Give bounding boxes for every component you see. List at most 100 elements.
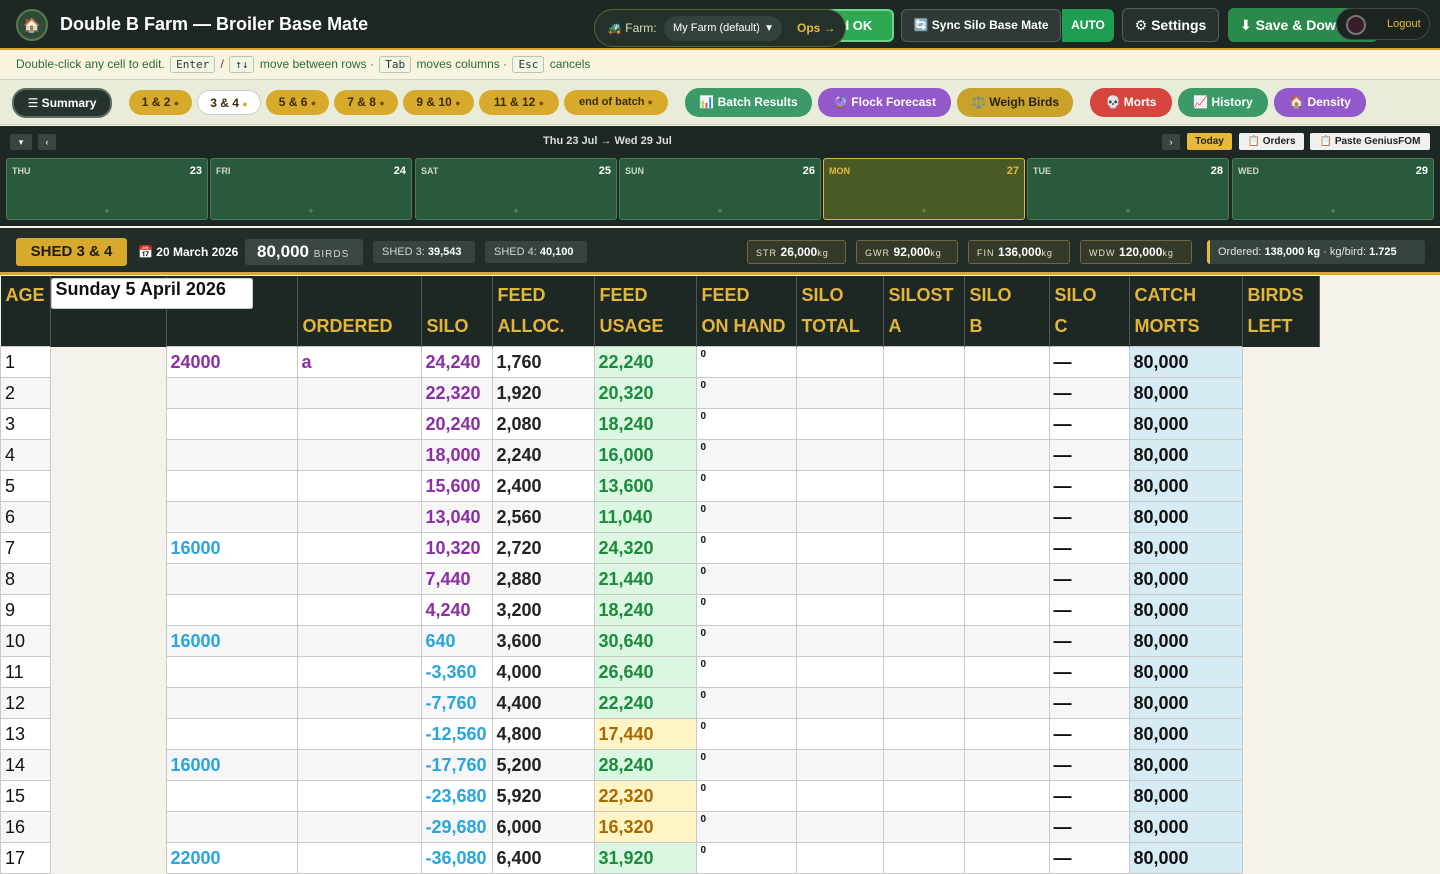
cell-age[interactable]: 15	[0, 780, 51, 812]
cell-age[interactable]: 7	[0, 532, 51, 564]
column-header-feed-usage[interactable]: FEED USAGE	[594, 276, 697, 347]
paste-geniusfom-button[interactable]: 📋 Paste GeniusFOM	[1310, 133, 1430, 150]
add-icon[interactable]: +	[416, 206, 616, 216]
cell-silo-total[interactable]: 0	[695, 532, 797, 564]
cell-feed-usage[interactable]: 6,000	[491, 811, 595, 843]
cell-silo-b[interactable]	[882, 687, 965, 719]
cell-silo-b[interactable]	[882, 377, 965, 409]
shed-tab-9-10[interactable]: 9 & 10 ●	[403, 90, 474, 115]
cell-silo-b[interactable]	[882, 470, 965, 502]
cell-age[interactable]: 2	[0, 377, 51, 409]
cell-birds-left[interactable]: 80,000	[1128, 501, 1243, 533]
cell-ordered[interactable]	[165, 408, 298, 440]
cell-silo-a[interactable]	[795, 470, 884, 502]
cell-catch-morts[interactable]: —	[1048, 563, 1130, 595]
cell-silo-c[interactable]	[963, 501, 1050, 533]
cell-ordered[interactable]	[165, 594, 298, 626]
cell-feed-usage[interactable]: 2,400	[491, 470, 595, 502]
cell-age[interactable]: 12	[0, 687, 51, 719]
cell-feed-on-hand[interactable]: 13,600	[593, 470, 697, 502]
cell-feed-on-hand[interactable]: 22,320	[593, 780, 697, 812]
cell-silo[interactable]	[296, 501, 422, 533]
cell-silo[interactable]	[296, 656, 422, 688]
cell-age[interactable]: 6	[0, 501, 51, 533]
shed-tab-7-8[interactable]: 7 & 8 ●	[334, 90, 398, 115]
add-icon[interactable]: +	[620, 206, 820, 216]
cell-silo-total[interactable]: 0	[695, 687, 797, 719]
cell-catch-morts[interactable]: —	[1048, 346, 1130, 378]
cell-feed-on-hand[interactable]: 30,640	[593, 625, 697, 657]
cell-silo-c[interactable]	[963, 408, 1050, 440]
cell-feed-usage[interactable]: 1,760	[491, 346, 595, 378]
cell-silo-a[interactable]	[795, 718, 884, 750]
cell-silo-c[interactable]	[963, 470, 1050, 502]
calendar-menu-button[interactable]: ▾	[10, 134, 32, 150]
cell-birds-left[interactable]: 80,000	[1128, 377, 1243, 409]
cell-feed-alloc[interactable]: 7,440	[420, 563, 493, 595]
column-header-silo-total[interactable]: SILO TOTAL	[796, 276, 884, 347]
cell-silo-total[interactable]: 0	[695, 563, 797, 595]
cell-birds-left[interactable]: 80,000	[1128, 470, 1243, 502]
cell-catch-morts[interactable]: —	[1048, 625, 1130, 657]
cell-ordered[interactable]	[165, 470, 298, 502]
cell-age[interactable]: 4	[0, 439, 51, 471]
cell-catch-morts[interactable]: —	[1048, 501, 1130, 533]
morts-button[interactable]: 💀 Morts	[1090, 88, 1172, 117]
cell-ordered[interactable]	[165, 780, 298, 812]
cell-birds-left[interactable]: 80,000	[1128, 811, 1243, 843]
cell-feed-alloc[interactable]: 15,600	[420, 470, 493, 502]
cell-silo-b[interactable]	[882, 656, 965, 688]
cell-silo-c[interactable]	[963, 749, 1050, 781]
cell-feed-on-hand[interactable]: 26,640	[593, 656, 697, 688]
cell-feed-usage[interactable]: 2,240	[491, 439, 595, 471]
cell-silo-b[interactable]	[882, 532, 965, 564]
cell-feed-on-hand[interactable]: 18,240	[593, 594, 697, 626]
cell-feed-on-hand[interactable]: 18,240	[593, 408, 697, 440]
cell-silo-c[interactable]	[963, 625, 1050, 657]
cell-silo-a[interactable]	[795, 687, 884, 719]
cell-ordered[interactable]	[165, 656, 298, 688]
add-icon[interactable]: +	[1028, 206, 1228, 216]
cell-age[interactable]: 9	[0, 594, 51, 626]
cell-feed-on-hand[interactable]: 21,440	[593, 563, 697, 595]
cell-age[interactable]: 3	[0, 408, 51, 440]
cell-feed-alloc[interactable]: -23,680	[420, 780, 493, 812]
cell-feed-on-hand[interactable]: 11,040	[593, 501, 697, 533]
cell-silo-c[interactable]	[963, 811, 1050, 843]
cell-silo[interactable]	[296, 532, 422, 564]
cell-ordered[interactable]	[165, 811, 298, 843]
cell-birds-left[interactable]: 80,000	[1128, 842, 1243, 874]
cell-silo-c[interactable]	[963, 780, 1050, 812]
cell-silo-a[interactable]	[795, 811, 884, 843]
add-icon[interactable]: +	[1233, 206, 1433, 216]
cell-silo[interactable]	[296, 780, 422, 812]
end-of-batch-tab[interactable]: end of batch ●	[564, 90, 668, 115]
shed-tab-5-6[interactable]: 5 & 6 ●	[266, 90, 329, 115]
cell-silo-b[interactable]	[882, 346, 965, 378]
today-button[interactable]: Today	[1187, 133, 1232, 150]
column-header-silo[interactable]: SILO	[421, 276, 493, 347]
cell-catch-morts[interactable]: —	[1048, 842, 1130, 874]
cell-feed-usage[interactable]: 5,200	[491, 749, 595, 781]
calendar-day-sat[interactable]: SAT 25 +	[415, 158, 617, 220]
cell-catch-morts[interactable]: —	[1048, 470, 1130, 502]
cell-silo[interactable]	[296, 377, 422, 409]
cell-silo-c[interactable]	[963, 842, 1050, 874]
density-button[interactable]: 🏠 Density	[1274, 88, 1366, 117]
cell-silo-b[interactable]	[882, 718, 965, 750]
cell-silo-total[interactable]: 0	[695, 656, 797, 688]
column-header-feed-alloc[interactable]: FEED ALLOC.	[492, 276, 595, 347]
cell-feed-alloc[interactable]: 13,040	[420, 501, 493, 533]
cell-catch-morts[interactable]: —	[1048, 532, 1130, 564]
calendar-day-mon-today[interactable]: MON 27 +	[823, 158, 1025, 220]
cell-ordered[interactable]: 22000	[165, 842, 298, 874]
cell-ordered[interactable]	[165, 563, 298, 595]
cell-feed-usage[interactable]: 6,400	[491, 842, 595, 874]
cell-silo[interactable]	[296, 842, 422, 874]
shed-tab-3-4[interactable]: 3 & 4 ●	[197, 90, 261, 115]
cell-catch-morts[interactable]: —	[1048, 687, 1130, 719]
cell-silo[interactable]	[296, 749, 422, 781]
cell-ordered[interactable]	[165, 687, 298, 719]
cell-silo-a[interactable]	[795, 501, 884, 533]
cell-age[interactable]: 11	[0, 656, 51, 688]
